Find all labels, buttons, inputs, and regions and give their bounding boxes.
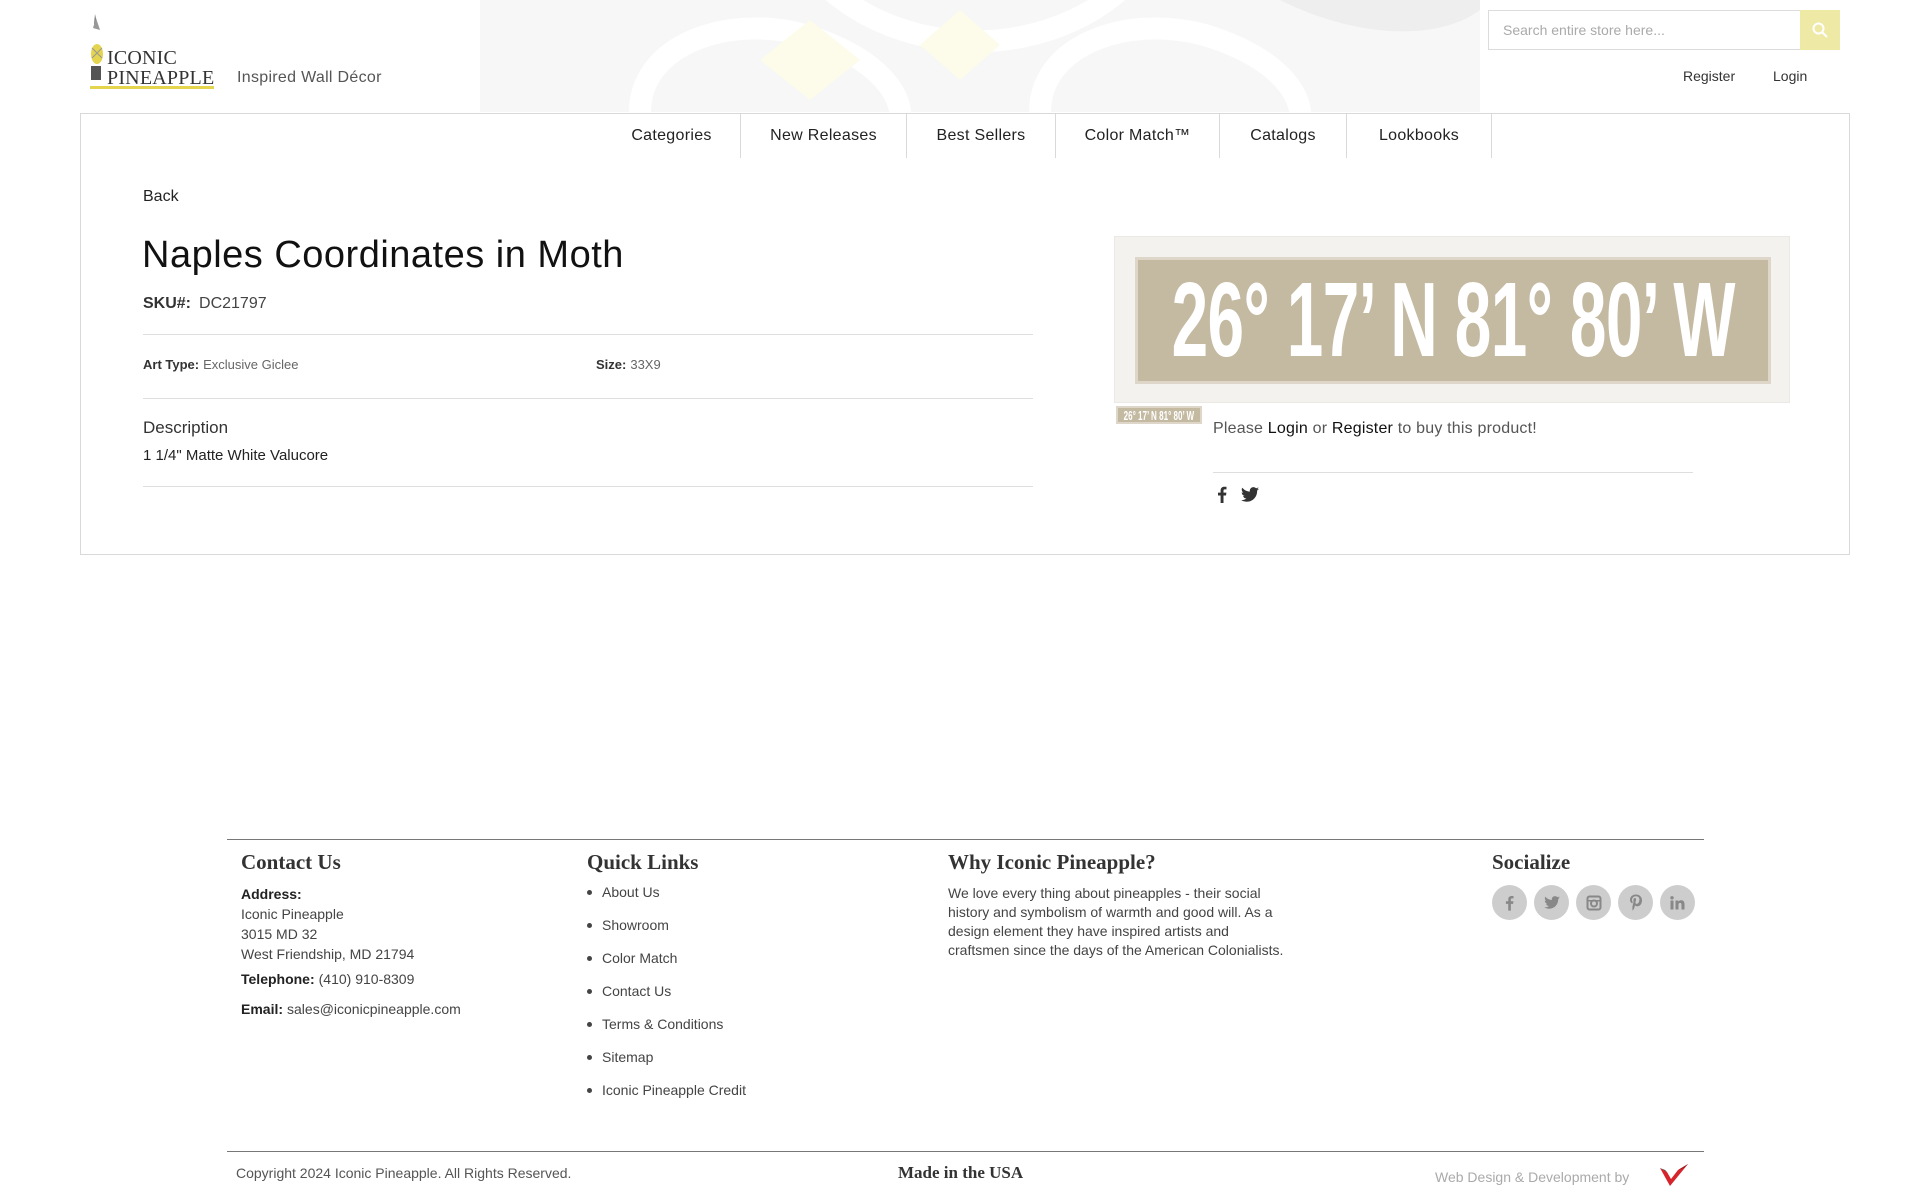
socialize-heading: Socialize	[1492, 850, 1571, 874]
quick-link-contact-us[interactable]: Contact Us	[587, 982, 746, 1015]
quick-link-terms[interactable]: Terms & Conditions	[587, 1015, 746, 1048]
address-line-2: 3015 MD 32	[241, 926, 318, 942]
product-artwork: 26° 17’ N 81° 80’ W	[1135, 257, 1771, 384]
nav-item-new-releases[interactable]: New Releases	[741, 114, 907, 158]
telephone-label: Telephone:	[241, 971, 315, 987]
site-tagline: Inspired Wall Décor	[237, 69, 382, 86]
divider	[1213, 472, 1693, 473]
product-panel: Back Naples Coordinates in Moth SKU#: DC2…	[80, 158, 1850, 555]
logo-underline	[90, 86, 214, 89]
nav-item-color-match[interactable]: Color Match™	[1056, 114, 1220, 158]
contact-heading: Contact Us	[241, 850, 341, 874]
nav-item-lookbooks[interactable]: Lookbooks	[1347, 114, 1492, 158]
description-heading: Description	[143, 418, 229, 437]
twitter-share-icon[interactable]	[1241, 485, 1259, 503]
product-title: Naples Coordinates in Moth	[142, 234, 624, 276]
divider	[143, 398, 1033, 399]
buy-suffix: to buy this product!	[1397, 420, 1537, 437]
back-link[interactable]: Back	[143, 188, 179, 206]
register-link[interactable]: Register	[1683, 68, 1735, 84]
search-icon	[1812, 22, 1828, 38]
developer-credit-link[interactable]: Web Design & Development by	[1435, 1169, 1629, 1185]
product-image[interactable]: 26° 17’ N 81° 80’ W	[1114, 236, 1790, 403]
search-input[interactable]	[1489, 11, 1799, 49]
buy-login-link[interactable]: Login	[1268, 420, 1308, 437]
nav-items: Categories New Releases Best Sellers Col…	[603, 114, 1492, 158]
artwork-text: 26° 17’ N 81° 80’ W	[1171, 261, 1735, 379]
quick-link-credit[interactable]: Iconic Pineapple Credit	[587, 1081, 746, 1114]
buy-or: or	[1312, 420, 1328, 437]
email-link[interactable]: sales@iconicpineapple.com	[287, 1001, 461, 1017]
quick-link-showroom[interactable]: Showroom	[587, 916, 746, 949]
logo-wordmark: ICONIC PINEAPPLE	[107, 48, 214, 88]
nav-item-catalogs[interactable]: Catalogs	[1220, 114, 1347, 158]
product-sku: SKU#: DC21797	[143, 295, 267, 313]
address-line-3: West Friendship, MD 21794	[241, 946, 415, 962]
quick-link-sitemap[interactable]: Sitemap	[587, 1048, 746, 1081]
decorative-pattern	[480, 0, 1480, 112]
thumbnail-text: 26° 17’ N 81° 80’ W	[1123, 407, 1195, 423]
size-value: 33X9	[630, 357, 661, 372]
nav-item-best-sellers[interactable]: Best Sellers	[907, 114, 1056, 158]
logo-line-1: ICONIC	[107, 47, 178, 69]
footer-bottom-rule	[227, 1151, 1704, 1152]
search-box	[1488, 10, 1840, 50]
buy-prefix: Please	[1213, 420, 1264, 437]
facebook-icon[interactable]	[1492, 885, 1527, 920]
art-type-label: Art Type:	[143, 357, 200, 372]
divider	[143, 334, 1033, 335]
art-type-value: Exclusive Giclee	[203, 357, 299, 372]
telephone: Telephone: (410) 910-8309	[241, 971, 414, 987]
logo-line-2: PINEAPPLE	[107, 67, 215, 89]
social-links	[1492, 885, 1695, 920]
twitter-icon[interactable]	[1534, 885, 1569, 920]
made-in-usa: Made in the USA	[898, 1163, 1024, 1182]
developer-logo-icon[interactable]	[1656, 1158, 1692, 1194]
main-navigation: Categories New Releases Best Sellers Col…	[80, 113, 1850, 159]
nav-item-categories[interactable]: Categories	[603, 114, 741, 158]
size-label: Size:	[596, 357, 627, 372]
why-text: We love every thing about pineapples - t…	[948, 885, 1284, 958]
instagram-icon[interactable]	[1576, 885, 1611, 920]
sku-label: SKU#:	[143, 295, 192, 312]
linkedin-icon[interactable]	[1660, 885, 1695, 920]
pinterest-icon[interactable]	[1618, 885, 1653, 920]
site-header: ICONIC PINEAPPLE Inspired Wall Décor Reg…	[0, 0, 1920, 113]
quick-links-list: About Us Showroom Color Match Contact Us…	[587, 883, 746, 1114]
product-thumbnail[interactable]: 26° 17’ N 81° 80’ W	[1116, 406, 1202, 424]
address-label: Address:	[241, 886, 306, 902]
email: Email: sales@iconicpineapple.com	[241, 1001, 461, 1017]
login-link[interactable]: Login	[1773, 68, 1807, 84]
why-heading: Why Iconic Pineapple?	[948, 850, 1156, 874]
footer-top-rule	[227, 839, 1704, 840]
size: Size: 33X9	[596, 357, 661, 372]
buy-message: Please Login or Register to buy this pro…	[1213, 420, 1537, 438]
art-type: Art Type: Exclusive Giclee	[143, 357, 298, 372]
email-label: Email:	[241, 1001, 284, 1017]
quick-link-color-match[interactable]: Color Match	[587, 949, 746, 982]
address-label-text: Address:	[241, 886, 302, 902]
quick-link-about-us[interactable]: About Us	[587, 883, 746, 916]
copyright: Copyright 2024 Iconic Pineapple. All Rig…	[236, 1165, 572, 1181]
sku-value: DC21797	[199, 295, 267, 312]
facebook-share-icon[interactable]	[1213, 485, 1231, 503]
address-line-1: Iconic Pineapple	[241, 906, 344, 922]
description-text: 1 1/4" Matte White Valucore	[143, 447, 329, 464]
buy-register-link[interactable]: Register	[1332, 420, 1393, 437]
divider	[143, 486, 1033, 487]
search-button[interactable]	[1800, 10, 1840, 50]
telephone-value[interactable]: (410) 910-8309	[319, 971, 415, 987]
quick-links-heading: Quick Links	[587, 850, 699, 874]
